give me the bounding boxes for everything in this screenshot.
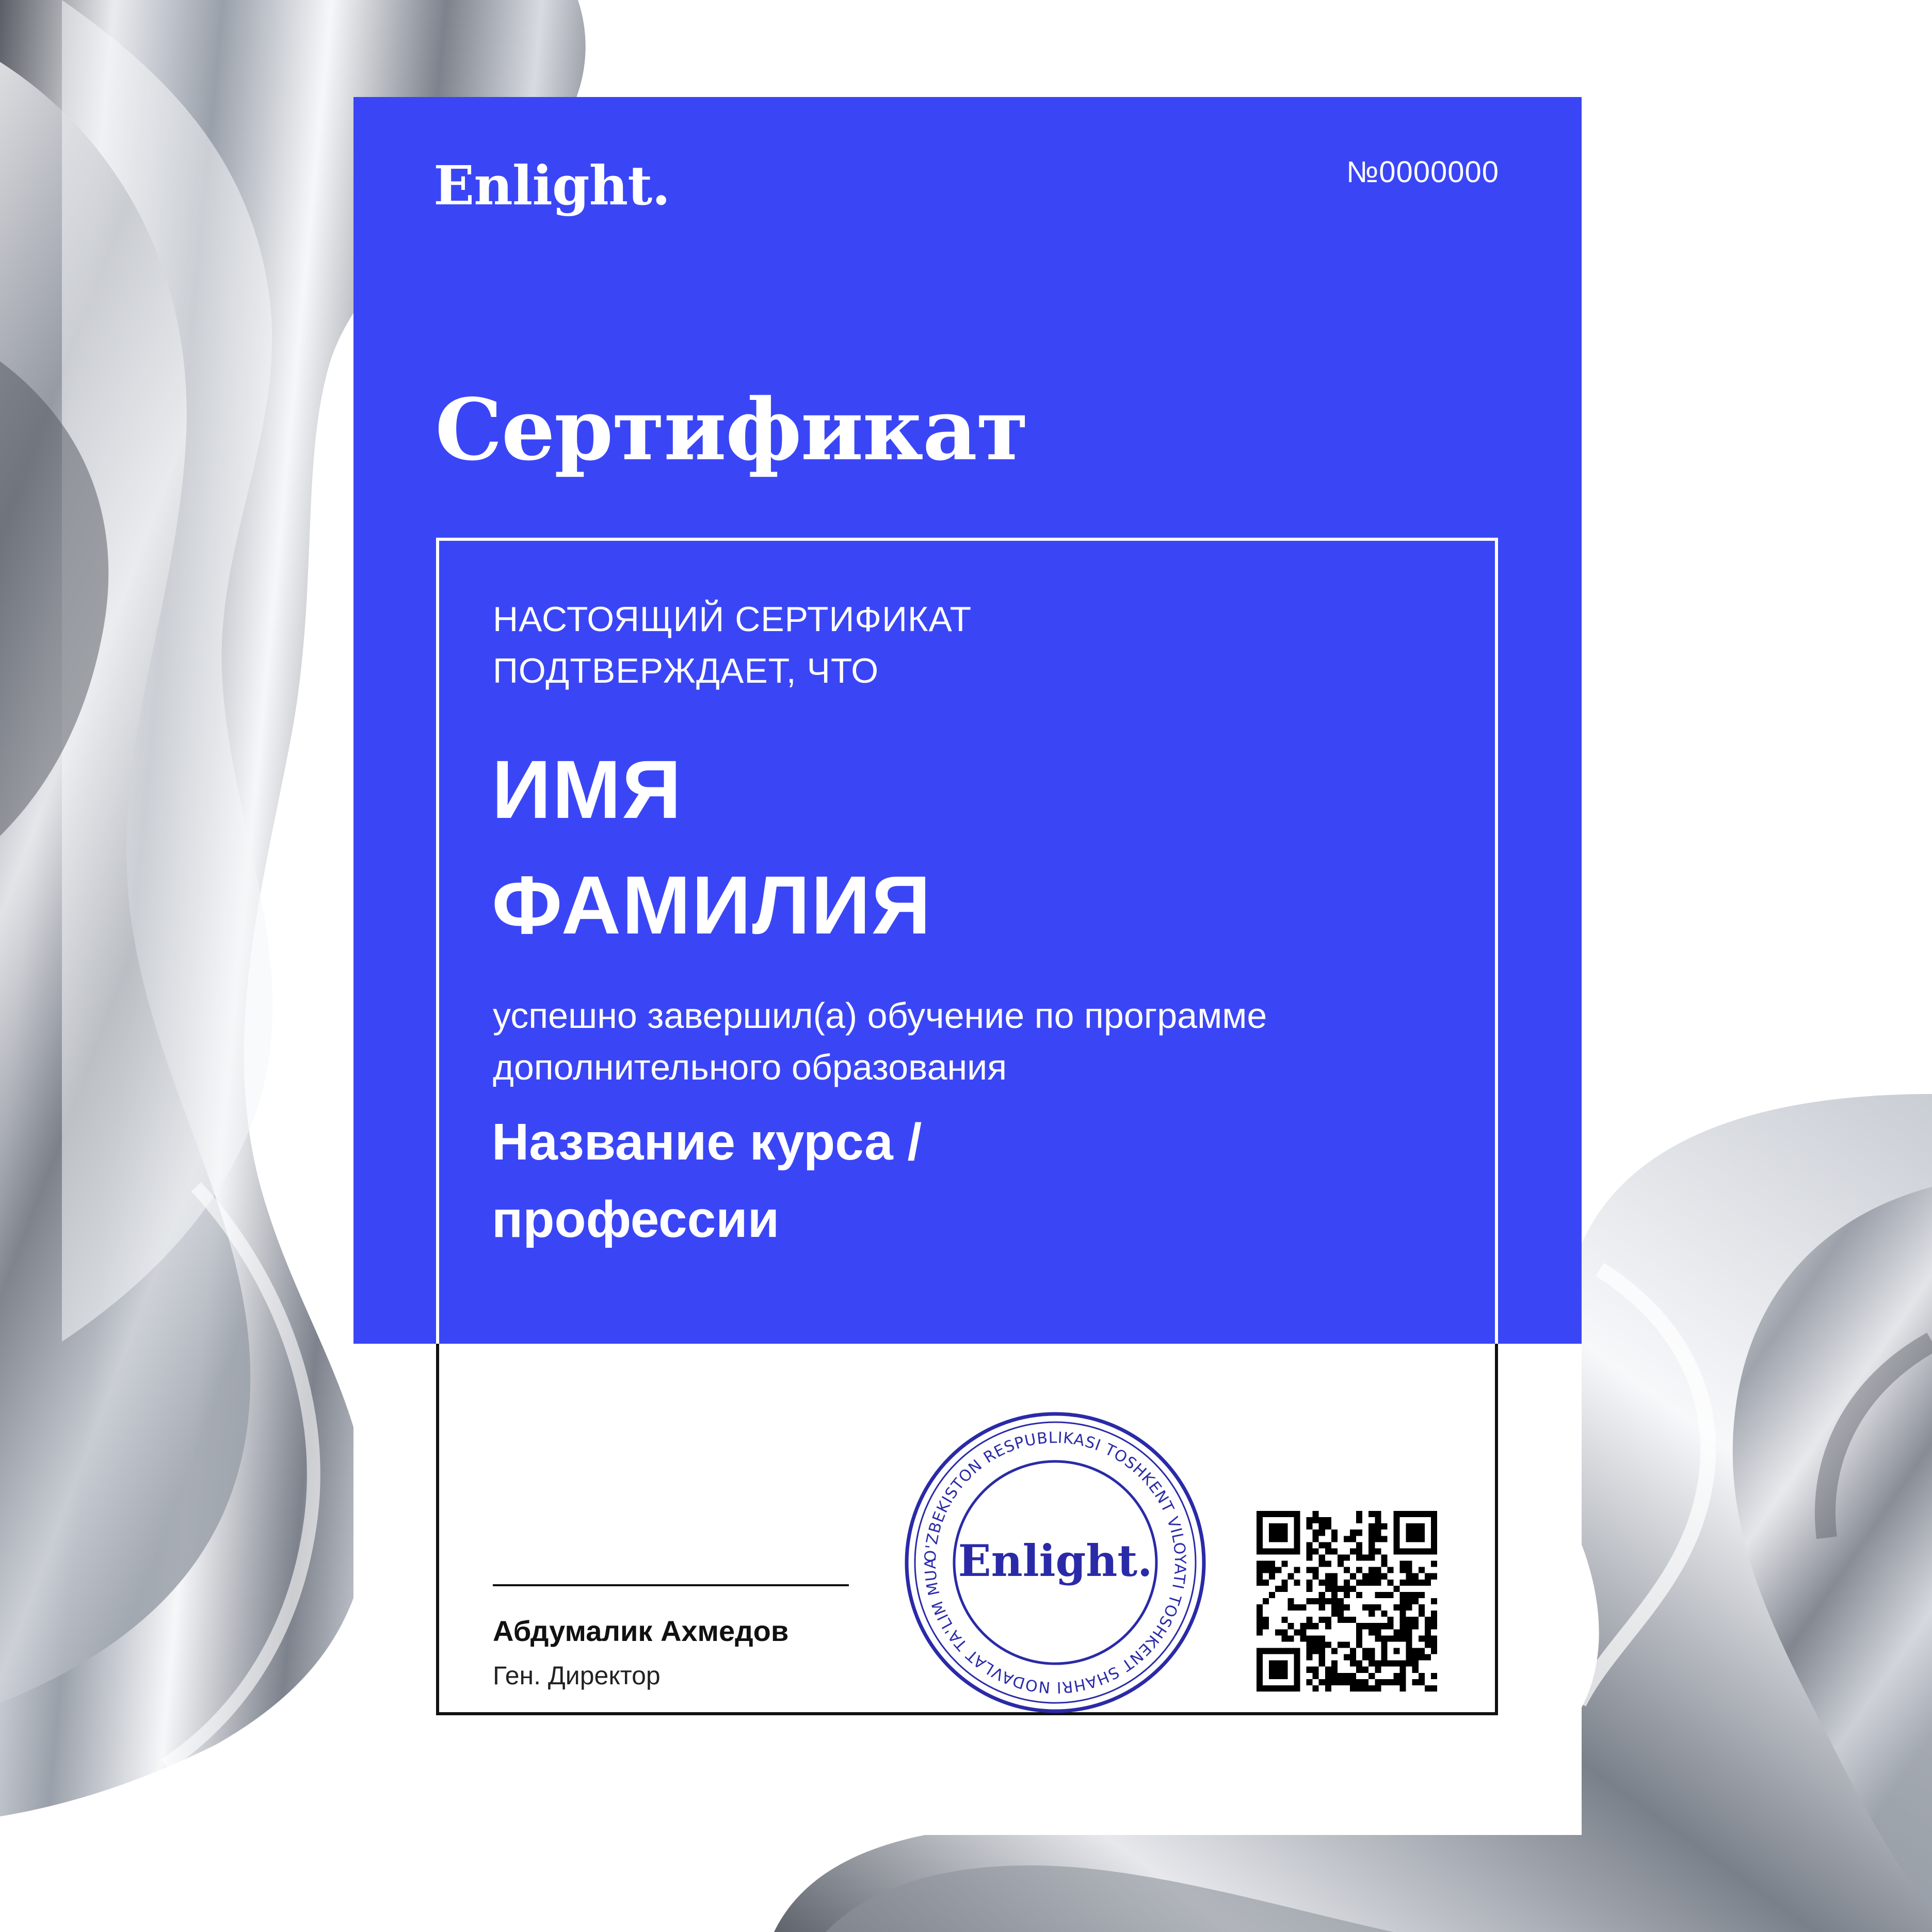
course-line: Название курса / <box>492 1113 922 1171</box>
completion-line: успешно завершил(а) обучение по программ… <box>493 995 1267 1036</box>
brand-logo-text: Enlight. <box>433 154 670 217</box>
completion-text: успешно завершил(а) обучение по программ… <box>493 990 1422 1093</box>
stamp-center-text: Enlight. <box>958 1535 1153 1586</box>
intro-text: НАСТОЯЩИЙ СЕРТИФИКАТ ПОДТВЕРЖДАЕТ, ЧТО <box>493 593 1267 697</box>
course-line: профессии <box>492 1190 780 1248</box>
certificate-number: №0000000 <box>1346 155 1499 189</box>
intro-line: ПОДТВЕРЖДАЕТ, ЧТО <box>493 651 879 690</box>
certificate-title: Сертификат <box>435 380 1029 479</box>
recipient-last-name: ФАМИЛИЯ <box>492 859 932 951</box>
signer-role: Ген. Директор <box>493 1661 661 1690</box>
completion-line: дополнительного образования <box>493 1047 1007 1087</box>
certificate-card: Enlight. №0000000 Сертификат НАСТОЯЩИЙ С… <box>353 97 1582 1835</box>
recipient-name: ИМЯ ФАМИЛИЯ <box>492 732 932 963</box>
course-title: Название курса / профессии <box>492 1103 1421 1258</box>
official-stamp: O'ZBEKISTON RESPUBLIKASI TOSHKENT VILOYA… <box>900 1408 1206 1713</box>
intro-line: НАСТОЯЩИЙ СЕРТИФИКАТ <box>493 600 972 639</box>
signer-name: Абдумалик Ахмедов <box>493 1615 789 1647</box>
qr-code <box>1257 1511 1437 1692</box>
recipient-first-name: ИМЯ <box>492 743 683 835</box>
signature-line <box>493 1584 849 1586</box>
